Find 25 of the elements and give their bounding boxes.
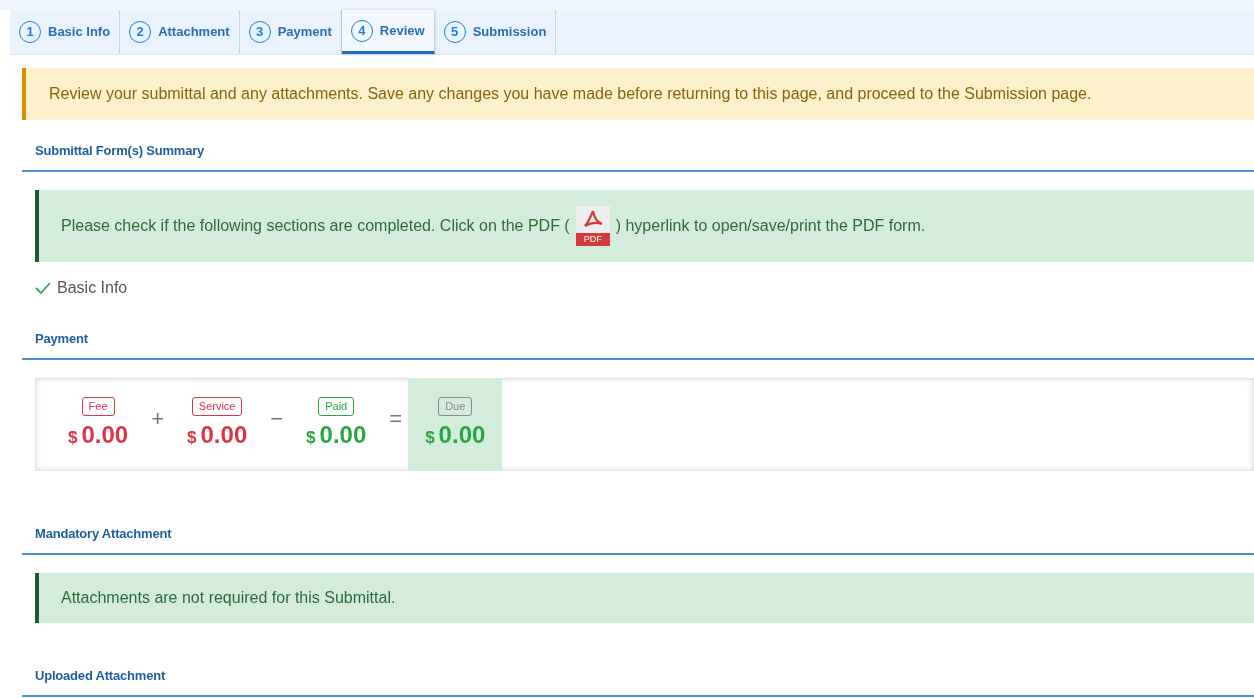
pdf-icon[interactable]: PDF (575, 206, 610, 246)
amount-value: $ 0.00 (306, 419, 367, 450)
amount-label: Service (191, 396, 243, 416)
section-heading: Payment (35, 331, 88, 346)
operator-sign: = (388, 405, 404, 433)
info-text: Attachments are not required for this Submittal. (61, 588, 396, 608)
section-heading: Uploaded Attachment (35, 668, 166, 683)
amount-label: Fee (81, 396, 115, 416)
step-tab[interactable]: 4 Review (341, 10, 435, 54)
operator-sign: − (269, 405, 285, 433)
section-label: Basic Info (57, 278, 128, 298)
info-text: Please check if the following sections are completed. Click on the PDF ( PDF ) hyperlink to open/save/print the PDF form. (61, 206, 926, 246)
step-tab[interactable]: 1 Basic Info (10, 10, 121, 54)
amount-value: $ 0.00 (68, 419, 129, 450)
step-tab[interactable]: 2 Attachment (120, 10, 240, 54)
section-heading: Submittal Form(s) Summary (35, 143, 205, 158)
amount-value: $ 0.00 (187, 419, 248, 450)
amount-label: Due (438, 396, 473, 416)
operator-sign: + (150, 405, 166, 433)
section-heading: Mandatory Attachment (35, 526, 172, 541)
warning-alert: Review your submittal and any attachments. Save any changes you have made before returning to this page, and proceed to the Submission page. (22, 68, 1254, 120)
step-tab[interactable]: 3 Payment (239, 10, 342, 54)
amount-value: $ 0.00 (425, 419, 486, 450)
step-tab[interactable]: 5 Submission (434, 10, 557, 54)
amount-label: Paid (318, 396, 355, 416)
